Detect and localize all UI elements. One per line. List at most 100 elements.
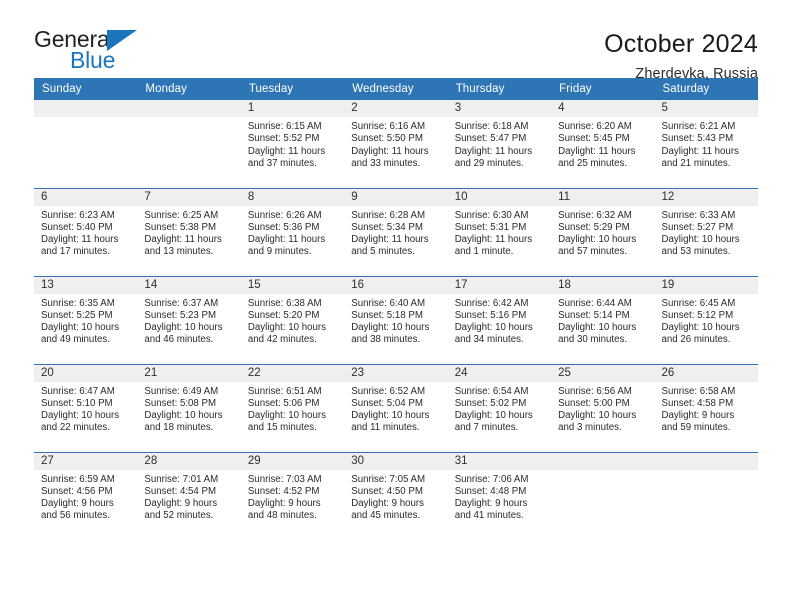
sunset-time: Sunset: 4:58 PM bbox=[661, 397, 734, 409]
daylight-duration-line1: Daylight: 10 hours bbox=[144, 410, 223, 422]
calendar-day-cell[interactable]: 14 Sunrise: 6:37 AM Sunset: 5:23 PM Dayligh… bbox=[137, 275, 241, 364]
day-number: 28 bbox=[137, 452, 241, 470]
daylight-duration-line2: and 22 minutes. bbox=[41, 422, 110, 434]
daylight-duration-line2: and 30 minutes. bbox=[558, 334, 628, 346]
sunrise-time: Sunrise: 6:30 AM bbox=[454, 209, 529, 221]
day-details: Sunrise: 7:03 AM Sunset: 4:52 PM Daylight:… bbox=[241, 470, 344, 523]
daylight-duration-line1: Daylight: 10 hours bbox=[41, 322, 120, 334]
sunset-time: Sunset: 5:52 PM bbox=[247, 133, 320, 145]
daylight-duration-line2: and 18 minutes. bbox=[144, 422, 214, 434]
weekday-header-tuesday: Tuesday bbox=[240, 78, 345, 100]
calendar-day-cell[interactable]: 21 Sunrise: 6:49 AM Sunset: 5:08 PM Dayligh… bbox=[137, 363, 241, 452]
day-number: 11 bbox=[551, 188, 655, 206]
daylight-duration-line2: and 11 minutes. bbox=[351, 422, 420, 434]
calendar-day-cell[interactable]: 29 Sunrise: 7:03 AM Sunset: 4:52 PM Dayligh… bbox=[240, 451, 345, 540]
calendar-day-cell[interactable]: 24 Sunrise: 6:54 AM Sunset: 5:02 PM Dayligh… bbox=[447, 363, 552, 452]
day-number: 4 bbox=[551, 100, 655, 117]
calendar-day-cell[interactable]: 9 Sunrise: 6:28 AM Sunset: 5:34 PM Daylight… bbox=[344, 187, 448, 276]
calendar-day-cell[interactable]: 30 Sunrise: 7:05 AM Sunset: 4:50 PM Dayligh… bbox=[344, 451, 448, 540]
calendar-day-cell[interactable]: 13 Sunrise: 6:35 AM Sunset: 5:25 PM Dayligh… bbox=[34, 275, 138, 364]
calendar-day-cell[interactable]: 26 Sunrise: 6:58 AM Sunset: 4:58 PM Dayligh… bbox=[654, 363, 758, 452]
sunset-time: Sunset: 5:45 PM bbox=[558, 133, 630, 145]
calendar-day-cell[interactable]: 27 Sunrise: 6:59 AM Sunset: 4:56 PM Dayligh… bbox=[34, 451, 138, 540]
day-details: Sunrise: 6:28 AM Sunset: 5:34 PM Daylight:… bbox=[344, 206, 447, 259]
calendar-day-cell[interactable]: 12 Sunrise: 6:33 AM Sunset: 5:27 PM Dayligh… bbox=[654, 187, 758, 276]
day-number: 13 bbox=[34, 276, 138, 294]
calendar-day-cell[interactable]: 23 Sunrise: 6:52 AM Sunset: 5:04 PM Dayligh… bbox=[344, 363, 448, 452]
calendar-day-cell[interactable]: 31 Sunrise: 7:06 AM Sunset: 4:48 PM Dayligh… bbox=[447, 451, 552, 540]
day-details: Sunrise: 6:25 AM Sunset: 5:38 PM Daylight:… bbox=[137, 206, 240, 259]
calendar-day-cell[interactable]: 10 Sunrise: 6:30 AM Sunset: 5:31 PM Dayligh… bbox=[447, 187, 552, 276]
daylight-duration-line2: and 49 minutes. bbox=[41, 334, 110, 346]
sunset-time: Sunset: 5:04 PM bbox=[351, 397, 423, 409]
calendar-day-cell[interactable]: 4 Sunrise: 6:20 AM Sunset: 5:45 PM Daylight… bbox=[551, 100, 655, 188]
day-details: Sunrise: 6:37 AM Sunset: 5:23 PM Daylight:… bbox=[137, 294, 240, 347]
daylight-duration-line1: Daylight: 10 hours bbox=[558, 234, 637, 246]
day-details: Sunrise: 6:45 AM Sunset: 5:12 PM Daylight:… bbox=[655, 294, 758, 347]
sunset-time: Sunset: 5:50 PM bbox=[351, 133, 423, 145]
daylight-duration-line2: and 57 minutes. bbox=[558, 246, 628, 258]
day-details: Sunrise: 6:20 AM Sunset: 5:45 PM Daylight:… bbox=[551, 117, 654, 170]
day-number: 5 bbox=[654, 100, 758, 117]
sunrise-time: Sunrise: 6:37 AM bbox=[144, 297, 219, 309]
sunrise-time: Sunrise: 6:33 AM bbox=[661, 209, 736, 221]
sunrise-time: Sunrise: 7:05 AM bbox=[351, 473, 426, 485]
sunset-time: Sunset: 5:00 PM bbox=[558, 397, 630, 409]
generalblue-logo[interactable]: General Blue bbox=[34, 28, 154, 76]
calendar-week-row: 13 Sunrise: 6:35 AM Sunset: 5:25 PM Dayligh… bbox=[34, 275, 758, 364]
day-details: Sunrise: 6:38 AM Sunset: 5:20 PM Daylight:… bbox=[241, 294, 344, 347]
daylight-duration-line2: and 45 minutes. bbox=[351, 510, 421, 522]
calendar-day-cell[interactable]: 7 Sunrise: 6:25 AM Sunset: 5:38 PM Daylight… bbox=[137, 187, 241, 276]
daylight-duration-line1: Daylight: 10 hours bbox=[454, 322, 533, 334]
daylight-duration-line2: and 7 minutes. bbox=[454, 422, 519, 434]
sunset-time: Sunset: 4:54 PM bbox=[144, 485, 217, 497]
day-number: 7 bbox=[137, 188, 241, 206]
sunrise-time: Sunrise: 6:28 AM bbox=[351, 209, 426, 221]
calendar-day-cell[interactable]: 1 Sunrise: 6:15 AM Sunset: 5:52 PM Daylight… bbox=[240, 100, 345, 188]
daylight-duration-line2: and 33 minutes. bbox=[351, 157, 421, 169]
calendar-day-cell[interactable]: 5 Sunrise: 6:21 AM Sunset: 5:43 PM Daylight… bbox=[654, 100, 758, 188]
day-details: Sunrise: 7:06 AM Sunset: 4:48 PM Daylight:… bbox=[448, 470, 551, 523]
calendar-body: 1 Sunrise: 6:15 AM Sunset: 5:52 PM Daylight… bbox=[34, 100, 758, 540]
day-number: 16 bbox=[344, 276, 448, 294]
sunset-time: Sunset: 4:50 PM bbox=[351, 485, 423, 497]
sunset-time: Sunset: 5:08 PM bbox=[144, 397, 217, 409]
daylight-duration-line2: and 9 minutes. bbox=[247, 246, 312, 258]
weekday-header-wednesday: Wednesday bbox=[344, 78, 448, 100]
weekday-header-thursday: Thursday bbox=[447, 78, 552, 100]
weekday-header-sunday: Sunday bbox=[34, 78, 138, 100]
daylight-duration-line2: and 56 minutes. bbox=[41, 510, 110, 522]
calendar-day-cell[interactable]: 3 Sunrise: 6:18 AM Sunset: 5:47 PM Daylight… bbox=[447, 100, 552, 188]
daylight-duration-line2: and 3 minutes. bbox=[558, 422, 622, 434]
calendar-day-cell[interactable]: 8 Sunrise: 6:26 AM Sunset: 5:36 PM Daylight… bbox=[240, 187, 345, 276]
calendar-day-cell[interactable]: 25 Sunrise: 6:56 AM Sunset: 5:00 PM Dayligh… bbox=[551, 363, 655, 452]
day-number: 20 bbox=[34, 364, 138, 382]
day-number: 23 bbox=[344, 364, 448, 382]
calendar-day-cell[interactable]: 28 Sunrise: 7:01 AM Sunset: 4:54 PM Dayligh… bbox=[137, 451, 241, 540]
calendar-day-cell[interactable]: 20 Sunrise: 6:47 AM Sunset: 5:10 PM Dayligh… bbox=[34, 363, 138, 452]
day-number: 31 bbox=[447, 452, 552, 470]
day-details: Sunrise: 6:49 AM Sunset: 5:08 PM Daylight:… bbox=[137, 382, 240, 435]
calendar-day-cell[interactable]: 22 Sunrise: 6:51 AM Sunset: 5:06 PM Dayligh… bbox=[240, 363, 345, 452]
weekday-header-monday: Monday bbox=[137, 78, 241, 100]
sunset-time: Sunset: 5:29 PM bbox=[558, 221, 630, 233]
daylight-duration-line2: and 34 minutes. bbox=[454, 334, 524, 346]
day-number bbox=[654, 452, 758, 470]
calendar-day-cell[interactable]: 11 Sunrise: 6:32 AM Sunset: 5:29 PM Dayligh… bbox=[551, 187, 655, 276]
calendar-day-cell[interactable]: 2 Sunrise: 6:16 AM Sunset: 5:50 PM Daylight… bbox=[344, 100, 448, 188]
sunset-time: Sunset: 4:56 PM bbox=[41, 485, 113, 497]
calendar-day-cell-empty bbox=[551, 451, 655, 540]
calendar-day-cell[interactable]: 17 Sunrise: 6:42 AM Sunset: 5:16 PM Dayligh… bbox=[447, 275, 552, 364]
sunset-time: Sunset: 5:34 PM bbox=[351, 221, 423, 233]
calendar-day-cell[interactable]: 19 Sunrise: 6:45 AM Sunset: 5:12 PM Dayligh… bbox=[654, 275, 758, 364]
day-details: Sunrise: 6:15 AM Sunset: 5:52 PM Daylight:… bbox=[241, 117, 344, 170]
calendar-day-cell[interactable]: 6 Sunrise: 6:23 AM Sunset: 5:40 PM Daylight… bbox=[34, 187, 138, 276]
calendar-day-cell[interactable]: 18 Sunrise: 6:44 AM Sunset: 5:14 PM Dayligh… bbox=[551, 275, 655, 364]
calendar-day-cell[interactable]: 16 Sunrise: 6:40 AM Sunset: 5:18 PM Dayligh… bbox=[344, 275, 448, 364]
daylight-duration-line1: Daylight: 11 hours bbox=[247, 145, 326, 157]
daylight-duration-line2: and 59 minutes. bbox=[661, 422, 731, 434]
sunset-time: Sunset: 4:52 PM bbox=[247, 485, 320, 497]
day-number: 6 bbox=[34, 188, 138, 206]
calendar-day-cell[interactable]: 15 Sunrise: 6:38 AM Sunset: 5:20 PM Dayligh… bbox=[240, 275, 345, 364]
calendar-day-cell-empty bbox=[137, 100, 241, 188]
